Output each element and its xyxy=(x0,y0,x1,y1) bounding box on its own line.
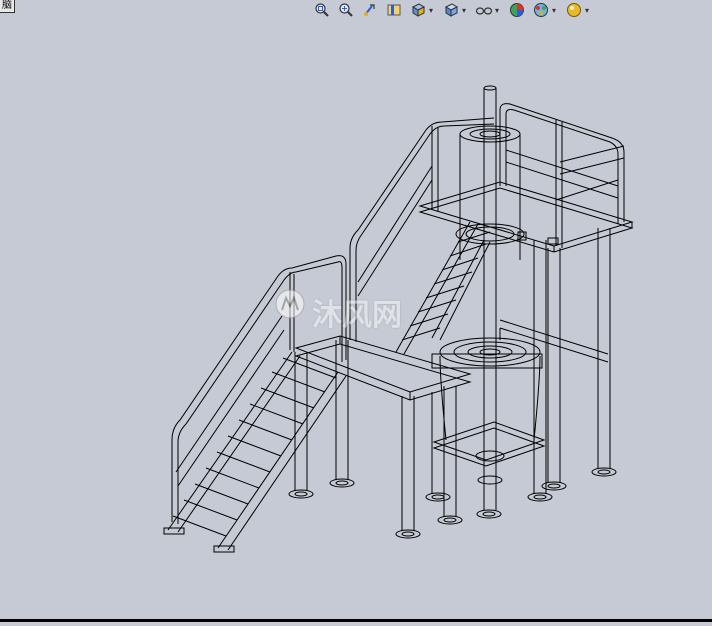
edit-appearance-icon[interactable] xyxy=(507,1,527,19)
graphics-viewport[interactable] xyxy=(0,0,712,622)
upper-stair xyxy=(395,221,491,355)
view-orientation-icon[interactable] xyxy=(408,1,428,19)
display-style-dropdown-icon[interactable]: ▾ xyxy=(462,6,468,15)
wireframe-model xyxy=(163,85,634,553)
display-style-icon[interactable] xyxy=(441,1,461,19)
view-settings-icon[interactable] xyxy=(564,1,584,19)
support-frame xyxy=(431,319,609,467)
watermark-logo xyxy=(275,289,305,319)
view-orientation-dropdown-icon[interactable]: ▾ xyxy=(429,6,435,15)
section-view-icon[interactable] xyxy=(384,1,404,19)
hide-show-dropdown-icon[interactable]: ▾ xyxy=(495,6,501,15)
view-settings-dropdown-icon[interactable]: ▾ xyxy=(585,6,591,15)
zoom-to-fit-icon[interactable] xyxy=(312,1,332,19)
hide-show-items-icon[interactable] xyxy=(474,1,494,19)
central-column xyxy=(439,85,541,519)
heads-up-view-toolbar: ▾ ▾ ▾ ▾ ▾ xyxy=(312,0,593,20)
apply-scene-icon[interactable] xyxy=(531,1,551,19)
upper-handrail xyxy=(349,117,495,342)
upper-posts xyxy=(527,228,617,502)
feature-tree-tab[interactable]: 脑 xyxy=(0,0,15,13)
apply-scene-dropdown-icon[interactable]: ▾ xyxy=(552,6,558,15)
previous-view-icon[interactable] xyxy=(360,1,380,19)
lower-stair xyxy=(163,351,347,553)
zoom-to-area-icon[interactable] xyxy=(336,1,356,19)
